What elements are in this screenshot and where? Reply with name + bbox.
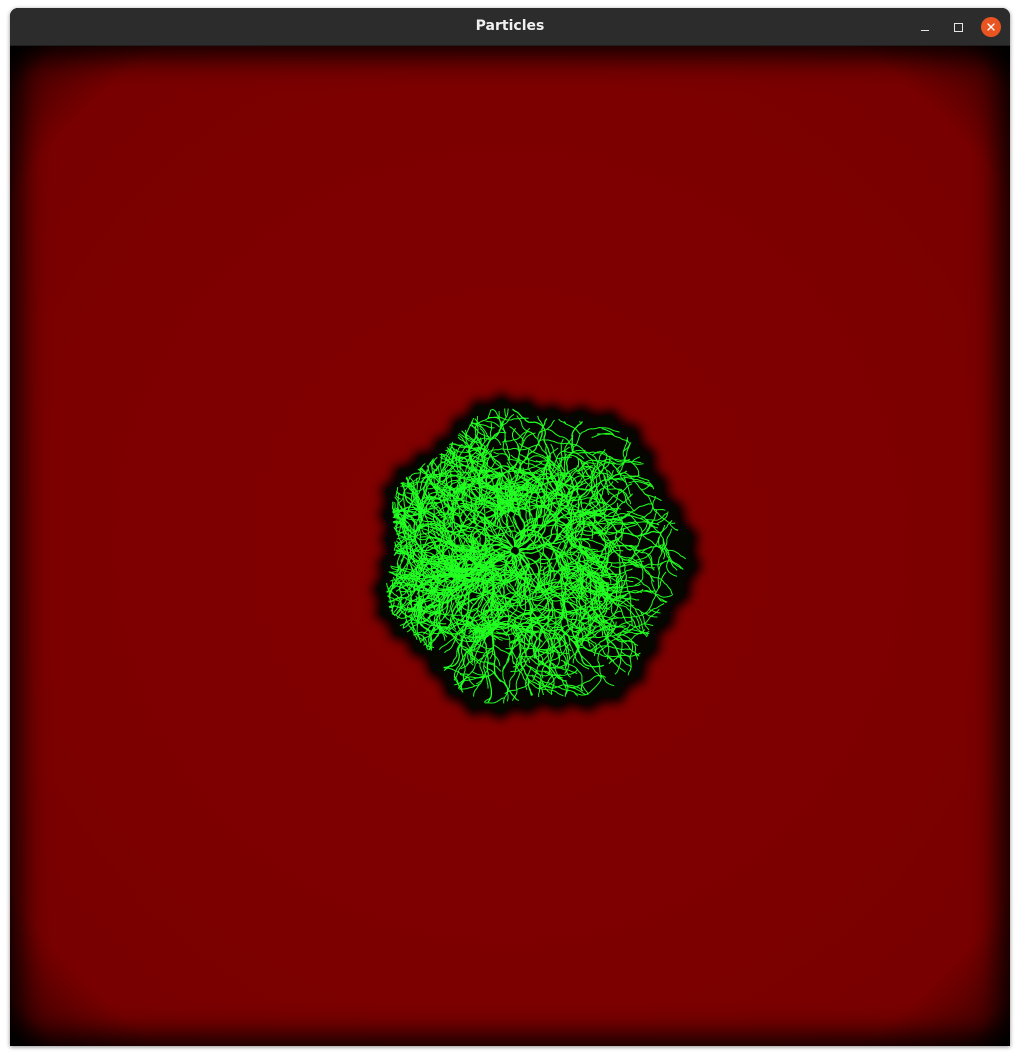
particle-branch [640, 590, 656, 592]
particle-branch [577, 458, 579, 468]
app-window: Particles [10, 8, 1010, 1046]
dla-cluster [370, 392, 703, 721]
close-button[interactable] [981, 17, 1001, 37]
maximize-icon [953, 22, 963, 32]
minimize-button[interactable] [915, 17, 935, 37]
window-title: Particles [475, 18, 545, 34]
simulation-canvas[interactable] [10, 46, 1010, 1046]
minimize-icon [921, 29, 929, 31]
particle-branch [445, 449, 449, 452]
title-bar[interactable]: Particles [10, 8, 1010, 46]
maximize-button[interactable] [948, 17, 968, 37]
close-icon [987, 23, 995, 31]
